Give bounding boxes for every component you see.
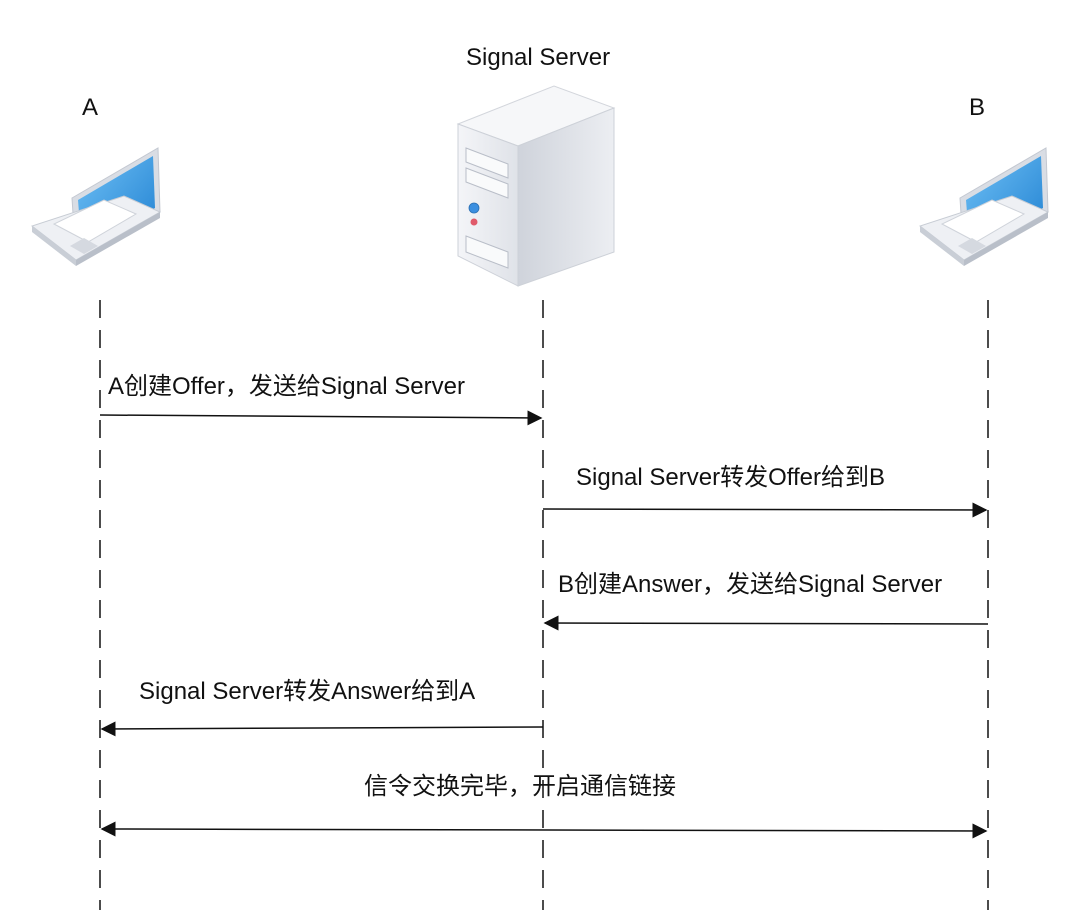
server-icon (456, 85, 616, 287)
laptop-icon (30, 147, 162, 266)
message-label: Signal Server转发Offer给到B (576, 464, 885, 491)
message-label: B创建Answer，发送给Signal Server (558, 571, 943, 598)
actor-b-label: B (969, 94, 986, 121)
sequence-diagram: A Signal Server B A创建Offer，发送给Signal Ser… (0, 0, 1084, 910)
message-label: A创建Offer，发送给Signal Server (108, 373, 465, 400)
message-arrow (543, 615, 989, 631)
message-label: 信令交换完毕，开启通信链接 (364, 773, 676, 800)
message-arrow (99, 410, 543, 426)
message-label: Signal Server转发Answer给到A (139, 678, 476, 705)
message-arrow-bidirectional (100, 821, 988, 839)
message-arrow (100, 721, 544, 737)
actor-server-label: Signal Server (466, 44, 611, 71)
message-arrow (542, 502, 988, 518)
actor-a-label: A (82, 94, 99, 121)
laptop-icon (918, 147, 1050, 266)
